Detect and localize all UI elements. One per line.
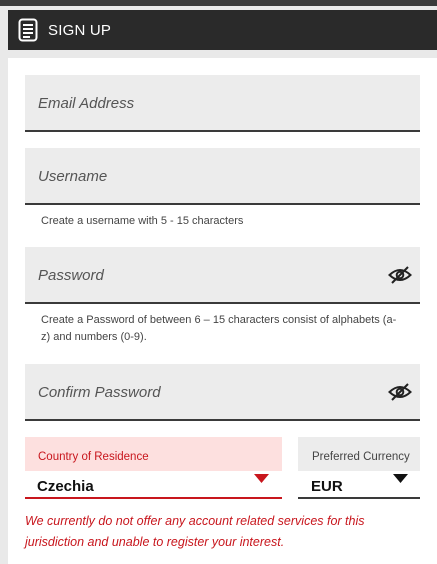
username-hint: Create a username with 5 - 15 characters <box>41 215 244 227</box>
confirm-password-field[interactable]: Confirm Password <box>25 364 420 421</box>
password-field[interactable]: Password <box>25 247 420 304</box>
password-placeholder: Password <box>38 267 104 284</box>
password-hint-line1: Create a Password of between 6 – 15 char… <box>41 314 397 326</box>
chevron-down-icon <box>393 474 408 483</box>
chevron-down-icon <box>254 474 269 483</box>
country-label: Country of Residence <box>38 451 149 463</box>
country-select[interactable]: Country of Residence Czechia <box>25 437 282 499</box>
username-field[interactable]: Username <box>25 148 420 205</box>
country-value: Czechia <box>37 478 94 495</box>
username-placeholder: Username <box>38 168 108 185</box>
signup-header: SIGN UP <box>8 10 437 50</box>
eye-slash-icon[interactable] <box>388 383 412 401</box>
eye-slash-icon[interactable] <box>388 266 412 284</box>
top-bar <box>0 0 437 6</box>
password-hint-line2: z) and numbers (0-9). <box>41 331 147 343</box>
currency-select[interactable]: Preferred Currency EUR <box>298 437 420 499</box>
error-line2: jurisdiction and unable to register your… <box>25 535 285 549</box>
password-hint: Create a Password of between 6 – 15 char… <box>41 312 396 346</box>
currency-value: EUR <box>311 478 343 495</box>
confirm-password-placeholder: Confirm Password <box>38 384 161 401</box>
currency-label: Preferred Currency <box>312 451 410 463</box>
jurisdiction-error-message: We currently do not offer any account re… <box>25 511 405 553</box>
document-icon <box>18 18 38 42</box>
email-field[interactable]: Email Address <box>25 75 420 132</box>
page-title: SIGN UP <box>48 21 112 39</box>
error-line1: We currently do not offer any account re… <box>25 514 365 528</box>
email-placeholder: Email Address <box>38 95 135 112</box>
